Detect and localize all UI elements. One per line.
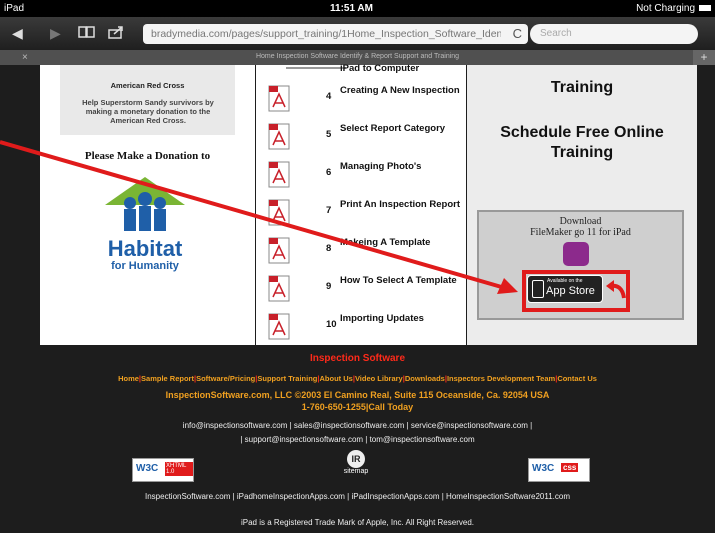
training-item-label[interactable]: Creating A New Inspection [340, 85, 460, 96]
training-item-label[interactable]: Importing Updates [340, 313, 460, 324]
clock: 11:51 AM [330, 3, 373, 14]
pdf-icon-partial [286, 61, 346, 69]
footer-nav-link[interactable]: Support Training [257, 374, 317, 383]
battery-status: Not Charging [636, 3, 695, 14]
battery-icon [699, 5, 711, 11]
appstore-highlight-box [522, 270, 630, 312]
tab-title[interactable]: Home Inspection Software Identify & Repo… [0, 53, 715, 60]
footer-nav-link[interactable]: Software/Pricing [196, 374, 255, 383]
row-number: 4 [326, 91, 332, 102]
sitemap-label: sitemap [343, 468, 369, 475]
filemaker-app-icon[interactable] [563, 242, 589, 266]
footer-nav-link[interactable]: Home [118, 374, 139, 383]
redcross-text: Help Superstorm Sandy survivors by makin… [82, 98, 214, 125]
sitemap-link[interactable]: IR sitemap [336, 450, 376, 480]
device-label: iPad [4, 3, 25, 14]
pdf-icon[interactable] [268, 313, 290, 340]
footer-section-title: Inspection Software [309, 353, 405, 364]
w3c-xhtml-label: XHTML 1.0 [165, 462, 193, 476]
footer-nav-link[interactable]: Contact Us [557, 374, 597, 383]
search-field[interactable]: Search [530, 24, 698, 44]
company-line-2: 1-760-650-1255|Call Today [301, 402, 414, 412]
footer-nav-link[interactable]: About Us [319, 374, 352, 383]
new-tab-icon[interactable]: + [693, 50, 715, 65]
back-icon[interactable]: ◀ [12, 25, 23, 41]
footer-nav-link[interactable]: Sample Report [141, 374, 194, 383]
emails-line-2[interactable]: | support@inspectionsoftware.com | tom@i… [0, 435, 715, 444]
forward-icon[interactable]: ▶ [50, 25, 61, 41]
url-bar[interactable]: bradymedia.com/pages/support_training/1H… [143, 24, 528, 44]
share-icon[interactable] [108, 25, 126, 39]
status-bar: iPad 11:51 AM Not Charging [0, 0, 715, 17]
search-placeholder[interactable]: Search [540, 28, 572, 39]
footer-nav: Home|Sample Report|Software/Pricing|Supp… [0, 374, 715, 383]
footer-nav-link[interactable]: Downloads [405, 374, 445, 383]
reload-icon[interactable]: C [513, 26, 522, 41]
sitemap-icon: IR [347, 450, 365, 468]
sites-line[interactable]: InspectionSoftware.com | iPadhomeInspect… [0, 492, 715, 501]
annotation-arrow [0, 140, 518, 294]
row-number: 10 [326, 319, 337, 330]
w3c-css-badge[interactable]: W3C css [528, 458, 590, 482]
pdf-icon[interactable] [268, 85, 290, 112]
footer-nav-link[interactable]: Inspectors Development Team [447, 374, 555, 383]
w3c-css-label: css [561, 463, 579, 472]
company-line-1: InspectionSoftware.com, LLC ©2003 El Cam… [165, 390, 550, 400]
trademark-line: iPad is a Registered Trade Mark of Apple… [240, 518, 474, 527]
partial-row-label[interactable]: iPad to Computer [340, 63, 460, 74]
footer-nav-link[interactable]: Video Library [355, 374, 403, 383]
emails-line-1[interactable]: info@inspectionsoftware.com | sales@insp… [0, 421, 715, 430]
redcross-title: American Red Cross [110, 81, 185, 90]
redcross-box[interactable]: American Red Cross Help Superstorm Sandy… [60, 65, 235, 135]
url-text[interactable]: bradymedia.com/pages/support_training/1H… [151, 28, 501, 40]
w3c-xhtml-badge[interactable]: W3C XHTML 1.0 [132, 458, 194, 482]
training-heading: Training [550, 79, 614, 96]
bookmarks-icon[interactable] [78, 25, 96, 39]
